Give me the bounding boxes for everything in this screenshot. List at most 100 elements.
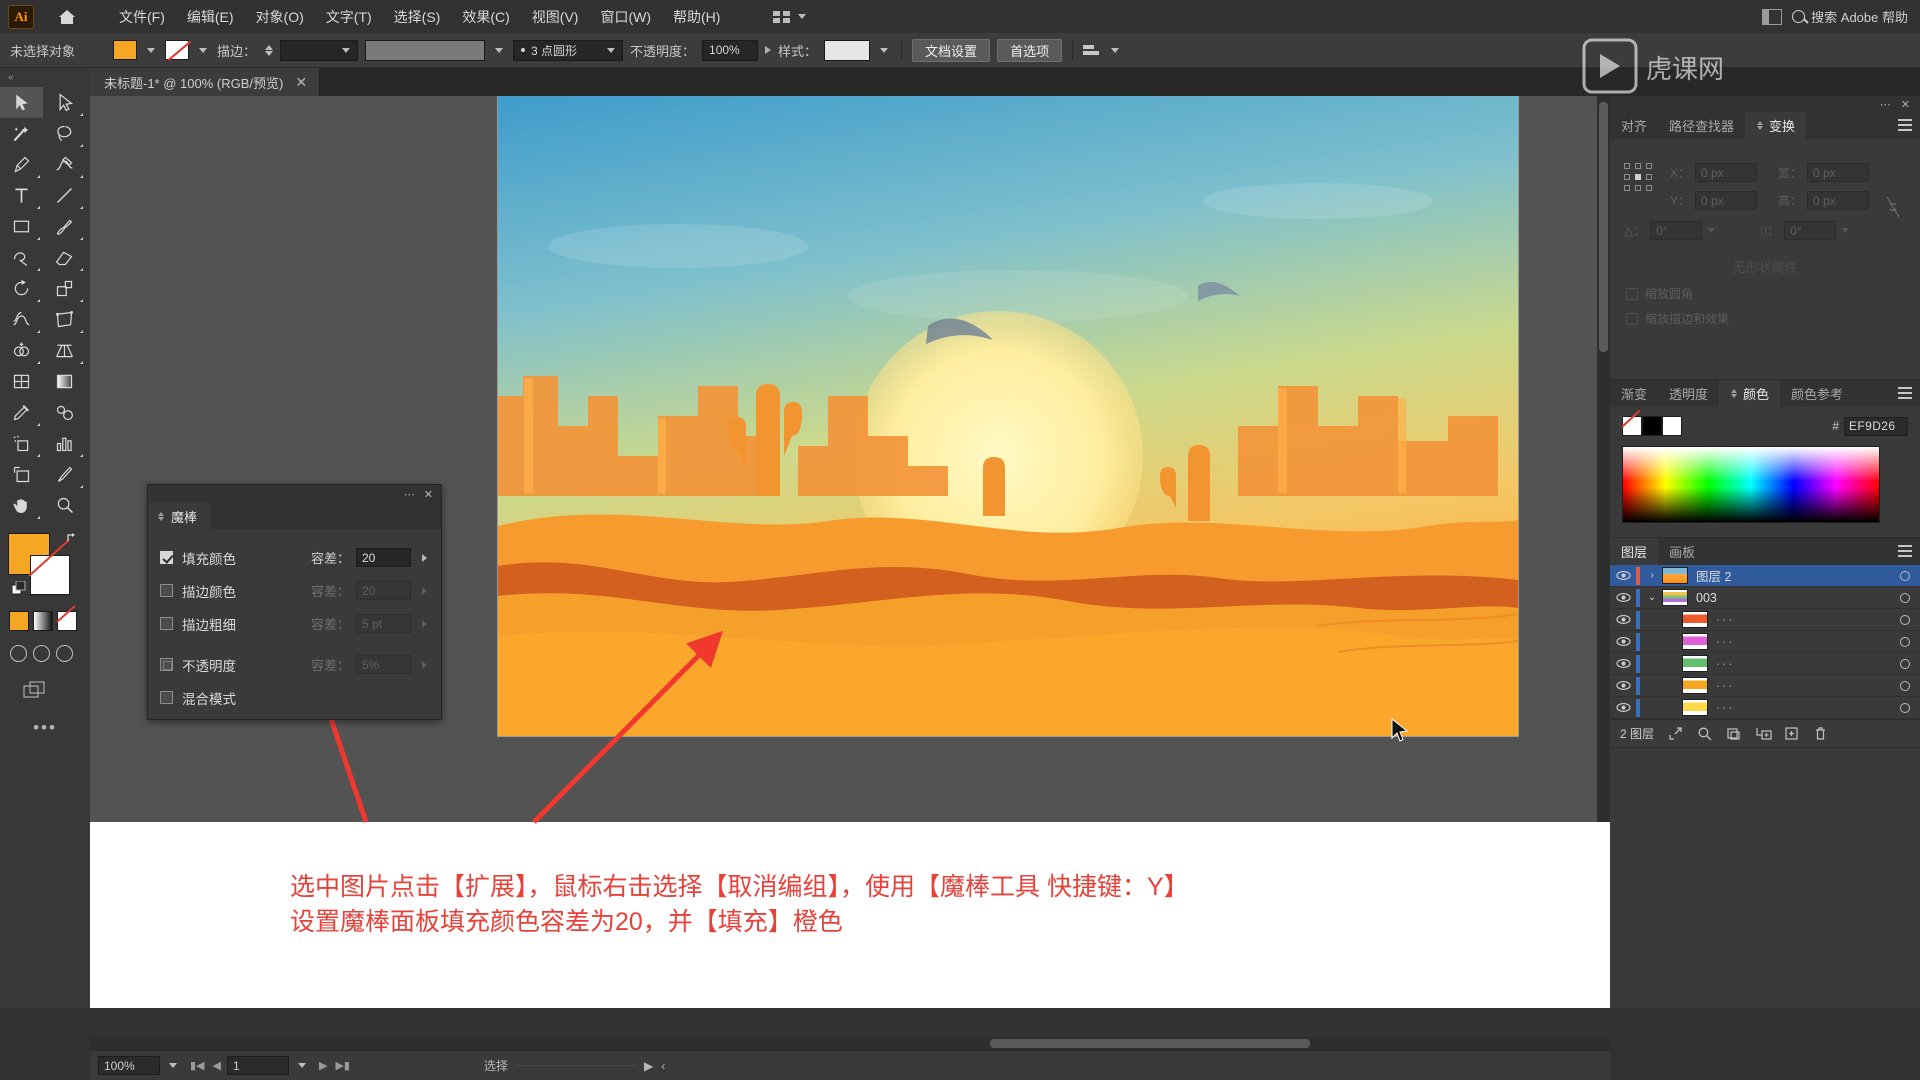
tab-layers[interactable]: 图层 [1610, 538, 1659, 565]
document-setup-button[interactable]: 文档设置 [912, 38, 991, 62]
magic-wand-row-stroke-color[interactable]: 描边颜色 容差： 20 [160, 574, 431, 607]
canvas-vertical-scrollbar[interactable] [1597, 96, 1610, 822]
scale-strokes-checkbox[interactable] [1626, 312, 1638, 325]
rectangle-tool[interactable] [0, 211, 43, 242]
pen-tool[interactable] [0, 149, 43, 180]
search-layer-icon[interactable] [1697, 726, 1712, 741]
tab-magic-wand[interactable]: 魔棒 [148, 503, 212, 529]
visibility-eye-icon[interactable] [1610, 680, 1636, 691]
workspace-switcher[interactable] [767, 8, 815, 26]
stroke-weight-checkbox[interactable] [160, 617, 173, 630]
blend-mode-checkbox[interactable] [160, 691, 173, 704]
rotate-tool[interactable] [0, 273, 43, 304]
transform-y-input[interactable]: 0 px [1695, 191, 1758, 210]
tab-pathfinder[interactable]: 路径查找器 [1658, 112, 1745, 139]
magic-wand-row-opacity[interactable]: 不透明度 容差： 5% [160, 648, 431, 681]
scale-tool[interactable] [43, 273, 86, 304]
mesh-tool[interactable] [0, 366, 43, 397]
hand-tool[interactable] [0, 490, 43, 521]
opacity-tolerance-expand-icon[interactable] [417, 655, 431, 674]
stroke-swatch-large[interactable] [30, 555, 70, 595]
transform-shear-input[interactable]: 0° [1784, 221, 1837, 240]
line-segment-tool[interactable] [43, 180, 86, 211]
gradient-mode-button[interactable] [33, 611, 53, 631]
scrollbar-thumb[interactable] [1599, 102, 1608, 352]
locate-object-icon[interactable] [1668, 726, 1683, 741]
expand-twisty-icon[interactable]: › [1642, 570, 1662, 581]
color-white-swatch[interactable] [1662, 416, 1682, 436]
create-new-sublayer-icon[interactable] [1755, 726, 1772, 741]
color-spectrum-bar[interactable] [1622, 446, 1880, 523]
direct-selection-tool[interactable] [43, 87, 86, 118]
visibility-eye-icon[interactable] [1610, 702, 1636, 713]
expand-twisty-icon[interactable]: ⌄ [1642, 592, 1662, 603]
slice-tool[interactable] [43, 459, 86, 490]
transform-h-input[interactable]: 0 px [1807, 191, 1870, 210]
transform-w-input[interactable]: 0 px [1807, 163, 1870, 182]
layer-name[interactable]: 图层 2 [1696, 566, 1890, 585]
stroke-color-checkbox[interactable] [160, 584, 173, 597]
layer-target-icon[interactable] [1890, 658, 1920, 669]
layer-target-icon[interactable] [1890, 636, 1920, 647]
align-chevron-down-icon[interactable] [1111, 47, 1120, 53]
opacity-checkbox[interactable] [160, 658, 173, 671]
variable-width-profile-dropdown[interactable] [365, 39, 486, 61]
width-tool[interactable] [0, 304, 43, 335]
fill-tolerance-expand-icon[interactable] [417, 548, 431, 567]
magic-wand-row-stroke-weight[interactable]: 描边粗细 容差： 5 pt [160, 607, 431, 640]
layer-row-003[interactable]: ⌄ 003 [1610, 587, 1920, 609]
weight-tolerance-expand-icon[interactable] [417, 614, 431, 633]
canvas-horizontal-scrollbar[interactable] [90, 1037, 1610, 1050]
menu-edit[interactable]: 编辑(E) [176, 3, 245, 31]
menu-help[interactable]: 帮助(H) [662, 3, 731, 31]
tab-gradient[interactable]: 渐变 [1610, 380, 1658, 407]
fill-color-swatch[interactable] [113, 40, 137, 60]
stroke-weight-input[interactable] [280, 39, 359, 61]
layer-name[interactable]: ··· [1716, 701, 1890, 715]
paintbrush-tool[interactable] [43, 211, 86, 242]
menu-file[interactable]: 文件(F) [108, 3, 176, 31]
panel-menu-icon[interactable] [1898, 119, 1912, 131]
magic-wand-panel[interactable]: ⋯ ✕ 魔棒 填充颜色 容差： 20 描边颜色 容差： 20 描边粗细 容差： … [147, 484, 442, 720]
selection-tool[interactable] [0, 87, 43, 118]
fill-chevron-down-icon[interactable] [147, 47, 155, 53]
drawing-mode-inside-icon[interactable] [56, 645, 73, 662]
stroke-tolerance-expand-icon[interactable] [417, 581, 431, 600]
screen-mode-toggle[interactable] [22, 680, 90, 702]
first-page-icon[interactable]: ▮◀ [190, 1059, 205, 1072]
visibility-eye-icon[interactable] [1610, 658, 1636, 669]
layer-target-icon[interactable] [1890, 702, 1920, 713]
status-expand-icon[interactable]: ▶ [644, 1059, 653, 1073]
zoom-chevron-down-icon[interactable] [169, 1063, 177, 1068]
curvature-tool[interactable] [43, 149, 86, 180]
layer-target-icon[interactable] [1890, 614, 1920, 625]
stroke-tolerance-input[interactable]: 20 [356, 581, 411, 600]
gradient-tool[interactable] [43, 366, 86, 397]
stroke-color-swatch[interactable] [165, 40, 189, 60]
layer-name[interactable]: ··· [1716, 635, 1890, 649]
magic-wand-row-blend-mode[interactable]: 混合模式 [160, 681, 431, 714]
sublayer-row[interactable]: ··· [1610, 631, 1920, 653]
free-transform-tool[interactable] [43, 304, 86, 335]
sublayer-row[interactable]: ··· [1610, 609, 1920, 631]
lasso-tool[interactable] [43, 118, 86, 149]
tab-artboards[interactable]: 画板 [1658, 538, 1706, 565]
menu-window[interactable]: 窗口(W) [589, 3, 662, 31]
transform-rotate-input[interactable]: 0° [1650, 221, 1703, 240]
drawing-mode-normal-icon[interactable] [10, 645, 27, 662]
stroke-weight-stepper[interactable] [265, 44, 274, 56]
delete-selection-icon[interactable] [1813, 726, 1828, 741]
shape-builder-tool[interactable] [0, 335, 43, 366]
tab-color-guide[interactable]: 颜色参考 [1780, 380, 1854, 407]
collapse-icon[interactable]: ⋯ [404, 488, 415, 501]
visibility-eye-icon[interactable] [1610, 592, 1636, 603]
shear-chevron-down-icon[interactable] [1841, 228, 1850, 233]
collapse-icon[interactable]: ⋯ [1880, 98, 1891, 111]
opacity-input[interactable]: 100% [702, 39, 759, 61]
preferences-button[interactable]: 首选项 [997, 38, 1063, 62]
weight-tolerance-input[interactable]: 5 pt [356, 614, 411, 633]
last-page-icon[interactable]: ▶▮ [335, 1059, 350, 1072]
perspective-grid-tool[interactable] [43, 335, 86, 366]
arrange-documents-icon[interactable] [1762, 8, 1783, 25]
toolbar-drag-handle[interactable]: « [0, 68, 90, 85]
